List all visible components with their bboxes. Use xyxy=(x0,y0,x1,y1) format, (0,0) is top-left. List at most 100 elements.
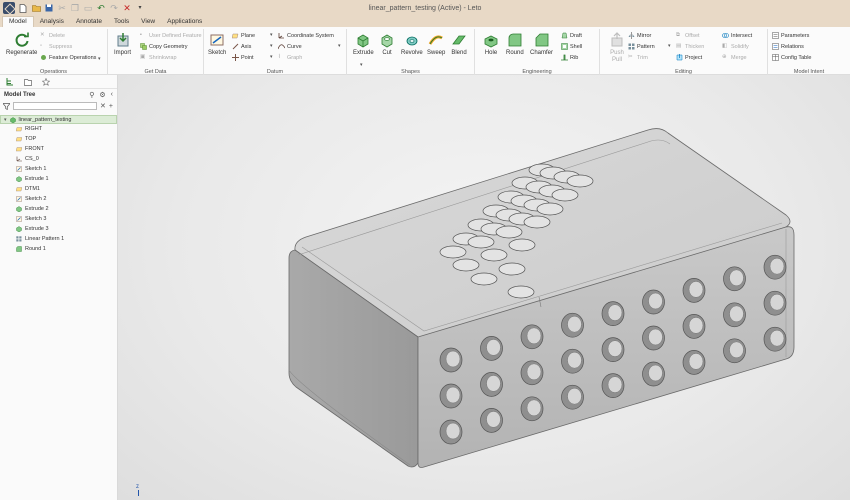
config-table-button[interactable]: Config Table xyxy=(772,54,811,61)
axis-button[interactable]: Axis xyxy=(232,43,251,50)
front-hole xyxy=(439,383,463,409)
blend-button[interactable]: Blend xyxy=(451,32,467,56)
clear-search-icon[interactable]: ✕ xyxy=(100,102,106,110)
tree-item-cs-0[interactable]: CS_0 xyxy=(0,154,117,164)
revolve-button[interactable]: Revolve xyxy=(401,32,423,56)
merge-icon: ⊕ xyxy=(722,54,727,60)
chamfer-button[interactable]: Chamfer xyxy=(530,32,553,56)
offset-button[interactable]: ⧉ Offset xyxy=(676,32,700,39)
app-logo-icon[interactable] xyxy=(3,2,15,14)
extrude-button[interactable]: Extrude xyxy=(353,32,374,56)
thicken-button[interactable]: ▤ Thicken xyxy=(676,43,704,50)
tree-item-dtm1[interactable]: DTM1 xyxy=(0,184,117,194)
cut-button[interactable]: Cut xyxy=(379,32,395,56)
tab-analysis[interactable]: Analysis xyxy=(34,17,70,27)
tree-item-top[interactable]: TOP xyxy=(0,134,117,144)
delete-button[interactable]: ✕ Delete xyxy=(40,32,65,39)
hole-bottom xyxy=(607,340,623,357)
trim-button[interactable]: ✂ Trim xyxy=(628,54,648,61)
folder-tab-icon[interactable] xyxy=(24,78,32,86)
feature-ops-dropdown-icon[interactable]: ▾ xyxy=(98,56,101,62)
axis-icon xyxy=(232,43,239,50)
tree-item-sketch-3[interactable]: Sketch 3 xyxy=(0,214,117,224)
hole-bottom xyxy=(567,315,582,333)
round-button[interactable]: Round xyxy=(506,32,524,56)
new-file-icon[interactable] xyxy=(18,3,28,13)
shrinkwrap-button[interactable]: ▣ Shrinkwrap xyxy=(140,54,177,61)
solidify-button[interactable]: ◧ Solidify xyxy=(722,43,749,50)
undo-icon[interactable]: ↶ xyxy=(96,3,106,13)
tree-item-sketch-1[interactable]: Sketch 1 xyxy=(0,164,117,174)
project-button[interactable]: Project xyxy=(676,54,702,61)
favorites-tab-icon[interactable] xyxy=(42,77,50,86)
redo-icon[interactable]: ↷ xyxy=(109,3,119,13)
plane-dropdown-icon[interactable]: ▾ xyxy=(270,32,273,38)
paste-icon[interactable]: ▭ xyxy=(83,3,93,13)
save-icon[interactable] xyxy=(44,3,54,13)
front-hole xyxy=(520,324,544,350)
rib-button[interactable]: Rib xyxy=(561,54,578,61)
extrude-dropdown-icon[interactable]: ▾ xyxy=(360,62,363,68)
filter-icon[interactable]: ⚲ xyxy=(89,91,94,99)
close-doc-icon[interactable]: ✕ xyxy=(122,3,132,13)
settings-gear-icon[interactable]: ⚙ xyxy=(99,91,105,99)
tree-item-extrude-1[interactable]: Extrude 1 xyxy=(0,174,117,184)
tree-root-item[interactable]: ▾ linear_pattern_testing xyxy=(0,115,117,124)
triad-z-label: z xyxy=(136,484,139,490)
feature-operations-button[interactable]: Feature Operations xyxy=(40,54,96,61)
model-tree-tab-icon[interactable] xyxy=(6,77,14,86)
push-pull-button[interactable]: Push Pull xyxy=(606,32,628,63)
udf-button[interactable]: ▪ User Defined Feature xyxy=(140,32,202,39)
tree-item-round-1[interactable]: Round 1 xyxy=(0,244,117,254)
point-dropdown-icon[interactable]: ▾ xyxy=(270,54,273,60)
pattern-button[interactable]: Pattern xyxy=(628,43,655,50)
pattern-dropdown-icon[interactable]: ▾ xyxy=(668,43,671,49)
tree-item-right[interactable]: RIGHT xyxy=(0,124,117,134)
import-button[interactable]: Import xyxy=(114,32,131,56)
curve-dropdown-icon[interactable]: ▾ xyxy=(338,43,341,49)
cut-icon[interactable]: ✂ xyxy=(57,3,67,13)
graph-button[interactable]: ⌇ Graph xyxy=(278,54,302,61)
shell-button[interactable]: Shell xyxy=(561,43,582,50)
tree-item-label: Round 1 xyxy=(25,246,46,252)
tab-applications[interactable]: Applications xyxy=(161,17,208,27)
sketch-label: Sketch xyxy=(208,50,227,56)
suppress-button[interactable]: ▫ Suppress xyxy=(40,43,72,50)
hole-button[interactable]: Hole xyxy=(483,32,499,56)
tree-item-extrude-3[interactable]: Extrude 3 xyxy=(0,224,117,234)
hole-bottom xyxy=(688,317,704,334)
expand-caret-icon[interactable]: ▾ xyxy=(4,117,7,123)
part-model-view[interactable] xyxy=(118,75,850,500)
csys-button[interactable]: Coordinate System xyxy=(278,32,334,39)
tab-view[interactable]: View xyxy=(135,17,161,27)
tab-tools[interactable]: Tools xyxy=(108,17,135,27)
point-button[interactable]: Point xyxy=(232,54,254,61)
tree-item-sketch-2[interactable]: Sketch 2 xyxy=(0,194,117,204)
graphics-viewport[interactable]: z xyxy=(118,75,850,500)
curve-button[interactable]: Curve xyxy=(278,43,302,50)
plane-button[interactable]: Plane xyxy=(232,32,255,39)
group-get-data: Import ▪ User Defined Feature Copy Geomet… xyxy=(108,29,204,75)
regenerate-button[interactable]: Regenerate xyxy=(6,32,37,56)
tab-annotate[interactable]: Annotate xyxy=(70,17,108,27)
parameters-button[interactable]: Parameters xyxy=(772,32,809,39)
relations-button[interactable]: Relations xyxy=(772,43,804,50)
merge-button[interactable]: ⊕ Merge xyxy=(722,54,747,61)
copy-icon[interactable]: ❐ xyxy=(70,3,80,13)
tree-item-extrude-2[interactable]: Extrude 2 xyxy=(0,204,117,214)
open-folder-icon[interactable] xyxy=(31,3,41,13)
collapse-panel-icon[interactable]: ‹ xyxy=(111,91,113,99)
tree-search-input[interactable] xyxy=(13,102,97,110)
copy-geometry-button[interactable]: Copy Geometry xyxy=(140,43,188,50)
tree-item-front[interactable]: FRONT xyxy=(0,144,117,154)
sketch-button[interactable]: Sketch xyxy=(208,32,226,56)
sweep-button[interactable]: Sweep xyxy=(427,32,445,56)
tree-item-linear-pattern-1[interactable]: Linear Pattern 1 xyxy=(0,234,117,244)
intersect-button[interactable]: Intersect xyxy=(722,32,752,39)
qa-dropdown-icon[interactable]: ▾ xyxy=(135,3,145,13)
add-icon[interactable]: + xyxy=(109,103,113,110)
mirror-button[interactable]: Mirror xyxy=(628,32,651,39)
tab-model[interactable]: Model xyxy=(2,16,34,27)
axis-dropdown-icon[interactable]: ▾ xyxy=(270,43,273,49)
draft-button[interactable]: Draft xyxy=(561,32,582,39)
